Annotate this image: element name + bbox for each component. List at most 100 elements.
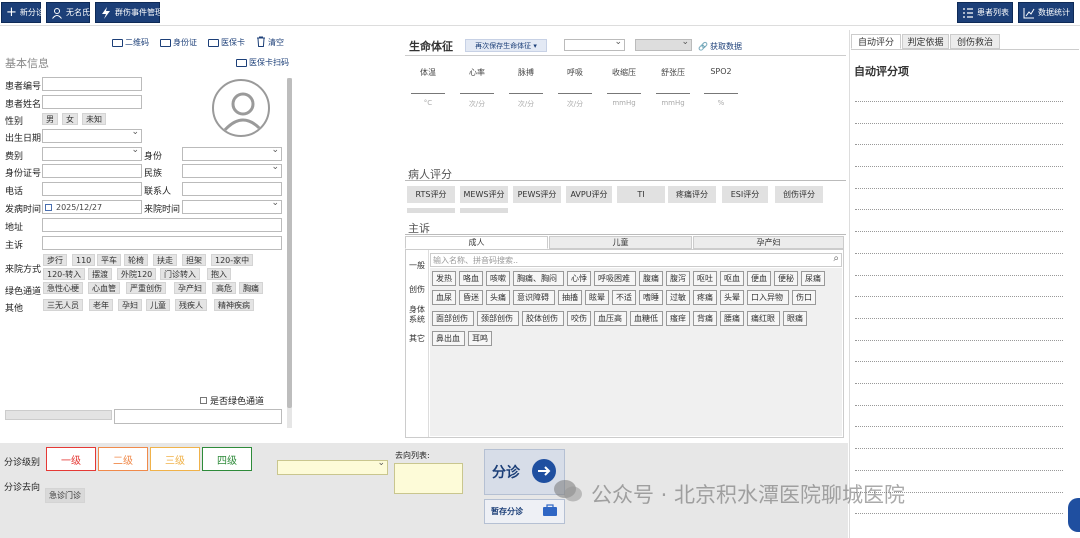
other-option[interactable]: 孕妇 bbox=[118, 299, 142, 311]
checkbox[interactable] bbox=[45, 203, 52, 211]
other-option[interactable]: 三无人员 bbox=[43, 299, 83, 311]
symptom-item[interactable]: 呕吐 bbox=[693, 271, 717, 286]
patient-name-input[interactable] bbox=[42, 95, 142, 109]
symptom-item[interactable]: 眩晕 bbox=[585, 290, 609, 305]
fee-type-select[interactable] bbox=[42, 147, 142, 161]
arrival-option[interactable]: 120-转入 bbox=[43, 268, 86, 280]
vital-input[interactable] bbox=[656, 93, 690, 94]
score-button[interactable]: TI bbox=[617, 186, 665, 203]
symptom-item[interactable]: 伤口 bbox=[792, 290, 816, 305]
symptom-item[interactable]: 呼吸困难 bbox=[594, 271, 636, 286]
dest-list-box[interactable] bbox=[394, 463, 463, 494]
symptom-item[interactable]: 痛红眼 bbox=[747, 311, 780, 326]
symptom-item[interactable]: 昏迷 bbox=[459, 290, 483, 305]
gender-unknown[interactable]: 未知 bbox=[82, 113, 106, 125]
symptom-item[interactable]: 口入异物 bbox=[747, 290, 789, 305]
arrival-option[interactable]: 110 bbox=[72, 254, 96, 266]
symptom-item[interactable]: 胸痛、胸闷 bbox=[513, 271, 564, 286]
symptom-item[interactable]: 便秘 bbox=[774, 271, 798, 286]
symptom-search-input[interactable]: 输入名称、拼音码搜索.. ⌕ bbox=[430, 253, 842, 267]
other-option[interactable]: 精神疾病 bbox=[214, 299, 254, 311]
symptom-item[interactable]: 鼻出血 bbox=[432, 331, 465, 346]
symptom-item[interactable]: 血尿 bbox=[432, 290, 456, 305]
gender-male[interactable]: 男 bbox=[42, 113, 58, 125]
ethnicity-select[interactable] bbox=[182, 164, 282, 178]
green-option[interactable]: 孕产妇 bbox=[174, 282, 206, 294]
symptom-item[interactable]: 头痛 bbox=[486, 290, 510, 305]
green-option[interactable]: 高危 bbox=[212, 282, 236, 294]
symptom-item[interactable]: 嗜睡 bbox=[639, 290, 663, 305]
id-number-input[interactable] bbox=[42, 164, 142, 178]
identity-select[interactable] bbox=[182, 147, 282, 161]
checkbox[interactable] bbox=[200, 397, 207, 404]
gender-female[interactable]: 女 bbox=[62, 113, 78, 125]
new-triage-button[interactable]: + 新分诊 bbox=[1, 2, 44, 23]
arrival-option[interactable]: 扶走 bbox=[153, 254, 177, 266]
clear-link[interactable]: 清空 bbox=[256, 36, 284, 49]
score-button[interactable]: MEWS评分 bbox=[460, 186, 508, 203]
mass-casualty-button[interactable]: 群伤事件管理 bbox=[95, 2, 163, 23]
symptom-item[interactable]: 面部创伤 bbox=[432, 311, 474, 326]
symptom-item[interactable]: 不适 bbox=[612, 290, 636, 305]
fetch-data-link[interactable]: 🔗 获取数据 bbox=[698, 41, 742, 52]
score-button[interactable]: 创伤评分 bbox=[775, 186, 823, 203]
tab-judgment-basis[interactable]: 判定依据 bbox=[902, 34, 949, 49]
symptom-item[interactable]: 便血 bbox=[747, 271, 771, 286]
qr-code-link[interactable]: 二维码 bbox=[112, 37, 149, 48]
tab-child[interactable]: 儿童 bbox=[549, 236, 692, 249]
symptom-item[interactable]: 过敏 bbox=[666, 290, 690, 305]
symptom-item[interactable]: 发热 bbox=[432, 271, 456, 286]
statistics-button[interactable]: 数据统计 bbox=[1018, 2, 1074, 23]
category-body-system[interactable]: 身体 系统 bbox=[409, 305, 425, 325]
symptom-item[interactable]: 眼痛 bbox=[783, 311, 807, 326]
insurance-card-link[interactable]: 医保卡 bbox=[208, 37, 245, 48]
symptom-item[interactable]: 疼痛 bbox=[693, 290, 717, 305]
insurance-scan-link[interactable]: 医保卡扫码 bbox=[236, 57, 289, 68]
symptom-item[interactable]: 咬伤 bbox=[567, 311, 591, 326]
arrival-option[interactable]: 门诊转入 bbox=[160, 268, 200, 280]
arrival-option[interactable]: 平车 bbox=[97, 254, 121, 266]
score-button[interactable]: RTS评分 bbox=[407, 186, 455, 203]
tab-adult[interactable]: 成人 bbox=[405, 236, 548, 249]
green-option[interactable]: 心血管 bbox=[88, 282, 120, 294]
green-option[interactable]: 胸痛 bbox=[239, 282, 263, 294]
vital-input[interactable] bbox=[411, 93, 445, 94]
arrival-option[interactable]: 外院120 bbox=[117, 268, 157, 280]
symptom-item[interactable]: 胶体创伤 bbox=[522, 311, 564, 326]
score-button[interactable]: PEWS评分 bbox=[513, 186, 561, 203]
vitals-select-2[interactable] bbox=[635, 39, 692, 51]
dob-select[interactable] bbox=[42, 129, 142, 143]
arrival-option[interactable]: 轮椅 bbox=[124, 254, 148, 266]
symptom-item[interactable]: 意识障碍 bbox=[513, 290, 555, 305]
score-button[interactable]: ESI评分 bbox=[722, 186, 768, 203]
arrival-option[interactable]: 步行 bbox=[43, 254, 67, 266]
arrival-option[interactable]: 120-家中 bbox=[211, 254, 254, 266]
symptom-item[interactable]: 瘙痒 bbox=[666, 311, 690, 326]
contact-input[interactable] bbox=[182, 182, 282, 196]
symptom-item[interactable]: 腹泻 bbox=[666, 271, 690, 286]
other-option[interactable]: 儿童 bbox=[146, 299, 170, 311]
destination-select[interactable] bbox=[277, 460, 388, 475]
scrollbar[interactable] bbox=[287, 78, 292, 428]
arrival-time-select[interactable] bbox=[182, 200, 282, 214]
score-button[interactable]: 疼痛评分 bbox=[668, 186, 716, 203]
category-general[interactable]: 一般 bbox=[409, 261, 425, 271]
symptom-item[interactable]: 咯血 bbox=[459, 271, 483, 286]
vitals-select-1[interactable] bbox=[564, 39, 625, 51]
symptom-item[interactable]: 咳嗽 bbox=[486, 271, 510, 286]
green-option[interactable]: 严重创伤 bbox=[126, 282, 166, 294]
category-other[interactable]: 其它 bbox=[409, 334, 425, 344]
triage-level-button[interactable]: 三级 bbox=[150, 447, 200, 471]
remark-input[interactable] bbox=[114, 409, 282, 424]
triage-level-button[interactable]: 二级 bbox=[98, 447, 148, 471]
symptom-item[interactable]: 腹痛 bbox=[639, 271, 663, 286]
score-button[interactable]: AVPU评分 bbox=[566, 186, 612, 203]
symptom-item[interactable]: 头晕 bbox=[720, 290, 744, 305]
patient-list-button[interactable]: 患者列表 bbox=[957, 2, 1013, 23]
onset-time-input[interactable]: 2025/12/27 bbox=[42, 200, 142, 214]
arrival-option[interactable]: 担架 bbox=[182, 254, 206, 266]
green-option[interactable]: 急性心梗 bbox=[43, 282, 83, 294]
symptom-item[interactable]: 颈部创伤 bbox=[477, 311, 519, 326]
triage-level-button[interactable]: 一级 bbox=[46, 447, 96, 471]
category-trauma[interactable]: 创伤 bbox=[409, 285, 425, 295]
